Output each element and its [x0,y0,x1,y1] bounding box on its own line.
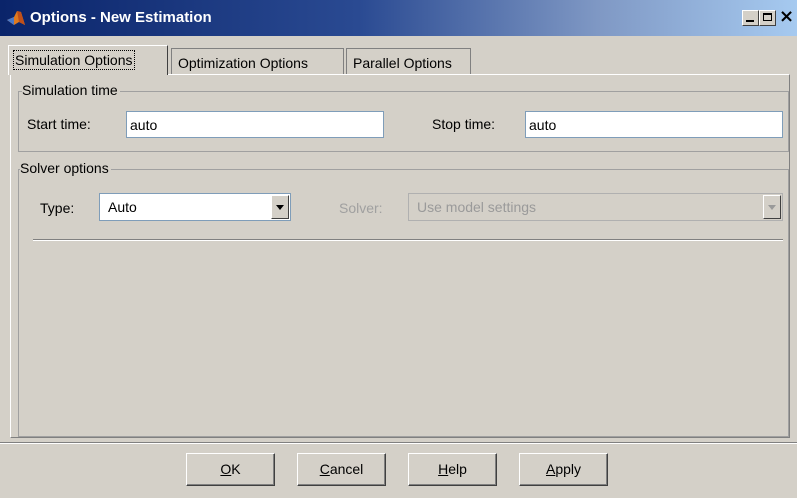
title-bar[interactable]: Options - New Estimation × [0,0,797,36]
close-icon: × [779,6,795,27]
button-bar-separator [0,442,797,444]
help-mnemonic: H [438,461,449,477]
tab-optimization-options[interactable]: Optimization Options [171,48,344,74]
help-button[interactable]: Help [408,453,497,486]
apply-mnemonic: A [545,461,556,477]
ok-label-rest: K [231,461,241,477]
minimize-button[interactable] [742,10,759,26]
type-value: Auto [108,199,137,215]
close-button[interactable]: × [778,6,797,27]
tab-label: Parallel Options [353,55,452,71]
start-time-input[interactable] [126,111,384,138]
tab-label: Optimization Options [178,55,308,71]
solver-dropdown-arrow[interactable] [763,195,781,219]
apply-button[interactable]: Apply [519,453,608,486]
stop-time-input[interactable] [525,111,783,138]
maximize-button[interactable] [759,10,776,26]
stop-time-label: Stop time: [432,116,496,132]
cancel-label-rest: ancel [329,461,364,477]
start-time-label: Start time: [27,116,91,132]
solver-label: Solver: [339,200,383,216]
cancel-mnemonic: C [319,461,330,477]
tab-simulation-options[interactable]: Simulation Options [8,45,168,75]
apply-label-rest: pply [555,461,582,477]
solver-value: Use model settings [417,199,537,215]
tab-label: Simulation Options [13,50,135,70]
tab-parallel-options[interactable]: Parallel Options [346,48,471,74]
ok-button[interactable]: OK [186,453,275,486]
help-label-rest: elp [448,461,467,477]
window-title: Options - New Estimation [30,9,212,26]
solver-separator [33,239,783,241]
chevron-down-icon [768,205,776,210]
chevron-down-icon [276,205,284,210]
type-label: Type: [40,200,75,216]
matlab-icon [7,11,25,25]
simulation-time-legend: Simulation time [22,82,120,98]
solver-options-legend: Solver options [20,160,111,176]
ok-mnemonic: O [220,461,232,477]
type-dropdown[interactable]: Auto [99,193,291,221]
solver-dropdown[interactable]: Use model settings [408,193,783,221]
maximize-icon [763,13,772,21]
cancel-button[interactable]: Cancel [297,453,386,486]
type-dropdown-arrow[interactable] [271,195,289,219]
minimize-icon [746,20,754,22]
